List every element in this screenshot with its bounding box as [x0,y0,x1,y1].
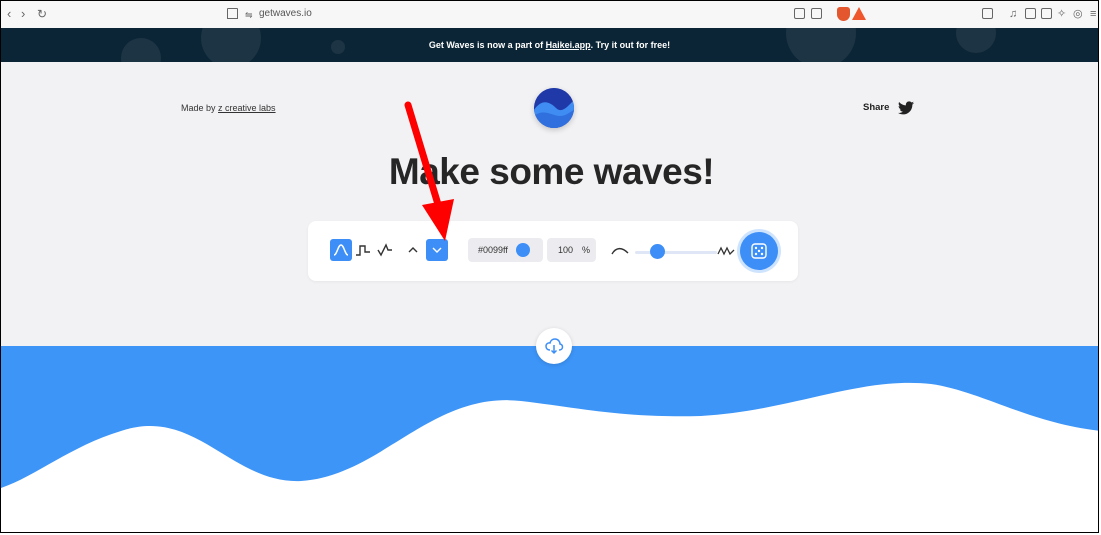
wave-preview [1,346,1098,532]
brave-shields-icon[interactable] [837,7,850,21]
banner-text: Get Waves is now a part of [428,40,546,50]
high-complexity-icon [717,246,735,256]
address-bar-url[interactable]: getwaves.io [259,8,312,19]
randomize-button[interactable] [740,232,778,270]
bookmark-icon[interactable] [227,8,238,19]
complexity-track-right[interactable] [667,251,717,254]
color-picker[interactable]: #0099ff [468,238,543,262]
extension-icon[interactable] [982,8,993,19]
dice-icon [751,243,767,259]
banner-bubble [201,28,261,62]
smooth-wave-button[interactable] [330,239,352,261]
brave-rewards-icon[interactable] [852,7,866,20]
cloud-download-icon [545,338,564,355]
menu-icon[interactable]: ≡ [1090,5,1096,23]
annotation-arrow [404,101,454,241]
opacity-unit: % [582,245,591,255]
color-swatch[interactable] [515,243,530,257]
music-icon[interactable]: ♫ [1009,5,1017,23]
site-settings-icon[interactable]: ⇋ [245,6,253,24]
banner-bubble [121,38,161,62]
banner-bubble [331,40,345,54]
made-by-credit: Made by z creative labs [181,103,276,113]
twitter-icon[interactable] [898,101,914,115]
forward-icon[interactable]: › [21,5,25,23]
vpn-shield-icon[interactable]: ◎ [1073,5,1083,23]
z-creative-labs-link[interactable]: z creative labs [218,103,276,113]
complexity-slider-handle[interactable] [650,244,665,259]
opacity-field[interactable]: 100 % [547,238,596,262]
made-by-label: Made by [181,103,219,113]
color-value[interactable]: #0099ff [478,245,508,255]
opacity-value[interactable]: 100 [558,245,573,255]
getwaves-logo[interactable] [534,88,574,128]
cast-icon[interactable] [794,8,805,19]
download-button[interactable] [536,328,572,364]
reload-icon[interactable]: ↻ [37,5,47,23]
page-title: Make some waves! [388,151,715,192]
banner-bubble [956,28,996,53]
wave-controls-toolbar: #0099ff 100 % [308,221,798,281]
share-label[interactable]: Share [863,102,889,113]
haikei-link[interactable]: Haikei.app [546,40,591,50]
announcement-banner: Get Waves is now a part of Haikei.app. T… [1,28,1098,62]
smooth-wave-icon [333,244,349,256]
banner-bubble [786,28,856,62]
low-complexity-icon [611,247,629,255]
banner-text-end: . Try it out for free! [590,40,671,50]
share-page-icon[interactable] [811,8,822,19]
extensions-puzzle-icon[interactable]: ✧ [1057,5,1066,23]
step-wave-button[interactable] [352,239,374,261]
sidebar-icon[interactable] [1025,8,1036,19]
peak-wave-icon [377,243,392,257]
browser-toolbar: ‹ › ↻ ⇋ getwaves.io ♫ ✧ ◎ ≡ [1,1,1098,29]
tabs-icon[interactable] [1041,8,1052,19]
back-icon[interactable]: ‹ [7,5,11,23]
step-wave-icon [356,245,370,256]
peak-wave-button[interactable] [374,239,396,261]
browser-window: ‹ › ↻ ⇋ getwaves.io ♫ ✧ ◎ ≡ Get Waves is… [0,0,1099,533]
